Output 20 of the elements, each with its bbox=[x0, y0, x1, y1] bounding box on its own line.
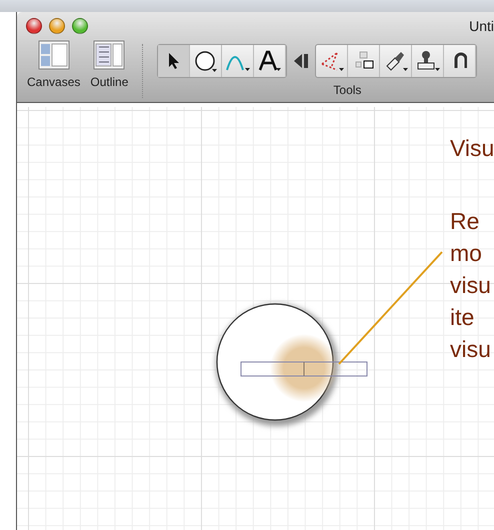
close-button[interactable] bbox=[26, 18, 42, 34]
highlight-glow bbox=[270, 334, 338, 402]
slider-shape[interactable] bbox=[240, 362, 368, 376]
view-button[interactable]: Outline bbox=[90, 40, 128, 89]
minimize-button[interactable] bbox=[49, 18, 65, 34]
note-text: Re mo visu ite visu bbox=[450, 207, 491, 364]
view-button[interactable]: Canvases bbox=[27, 40, 80, 89]
zoom-button[interactable] bbox=[72, 18, 88, 34]
tools-label: Tools bbox=[333, 83, 362, 97]
circle-icon bbox=[194, 50, 218, 72]
pointer-tool-button[interactable] bbox=[158, 45, 190, 77]
collapse-icon[interactable] bbox=[293, 51, 310, 71]
note-heading: Visu bbox=[450, 135, 494, 162]
pointer-icon bbox=[166, 52, 181, 70]
stamp-icon bbox=[414, 50, 441, 72]
list-layout-icon bbox=[93, 40, 126, 70]
connector-icon bbox=[318, 50, 345, 72]
window-title: Unti bbox=[469, 18, 494, 34]
sidebar-layout-icon bbox=[38, 40, 70, 70]
text-icon bbox=[258, 50, 282, 72]
